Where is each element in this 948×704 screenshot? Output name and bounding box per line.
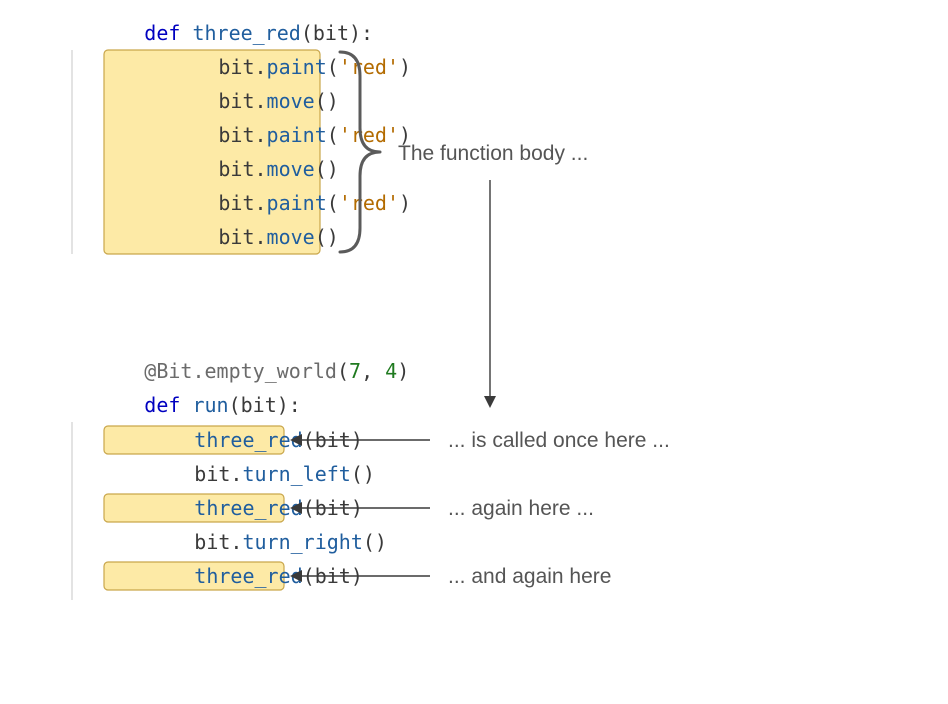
func2-line-3: bit.turn_right() (110, 530, 447, 554)
func1-line-4: bit.paint('red') (110, 191, 495, 215)
func1-line-5: bit.move() (110, 225, 423, 249)
annotation-call-3: ... and again here (448, 565, 611, 588)
def-line-2: def run(bit): (60, 393, 361, 417)
func2-line-1: bit.turn_left() (110, 462, 435, 486)
annotation-call-1: ... is called once here ... (448, 429, 670, 452)
curly-brace (340, 52, 380, 252)
decorator-line: @Bit.empty_world(7, 4) (60, 359, 469, 383)
func1-line-3: bit.move() (110, 157, 423, 181)
diagram-root: def three_red(bit): bit.paint('red') bit… (0, 0, 948, 704)
func1-line-1: bit.move() (110, 89, 423, 113)
annotation-body-label: The function body ... (398, 142, 588, 165)
annotation-call-2: ... again here ... (448, 497, 594, 520)
def-line-1: def three_red(bit): (60, 21, 433, 45)
code-block-three-red: def three_red(bit): bit.paint('red') bit… (60, 21, 495, 254)
func1-line-0: bit.paint('red') (110, 55, 495, 79)
code-block-run: @Bit.empty_world(7, 4) def run(bit): thr… (60, 359, 469, 600)
highlight-func1-body (104, 50, 320, 254)
